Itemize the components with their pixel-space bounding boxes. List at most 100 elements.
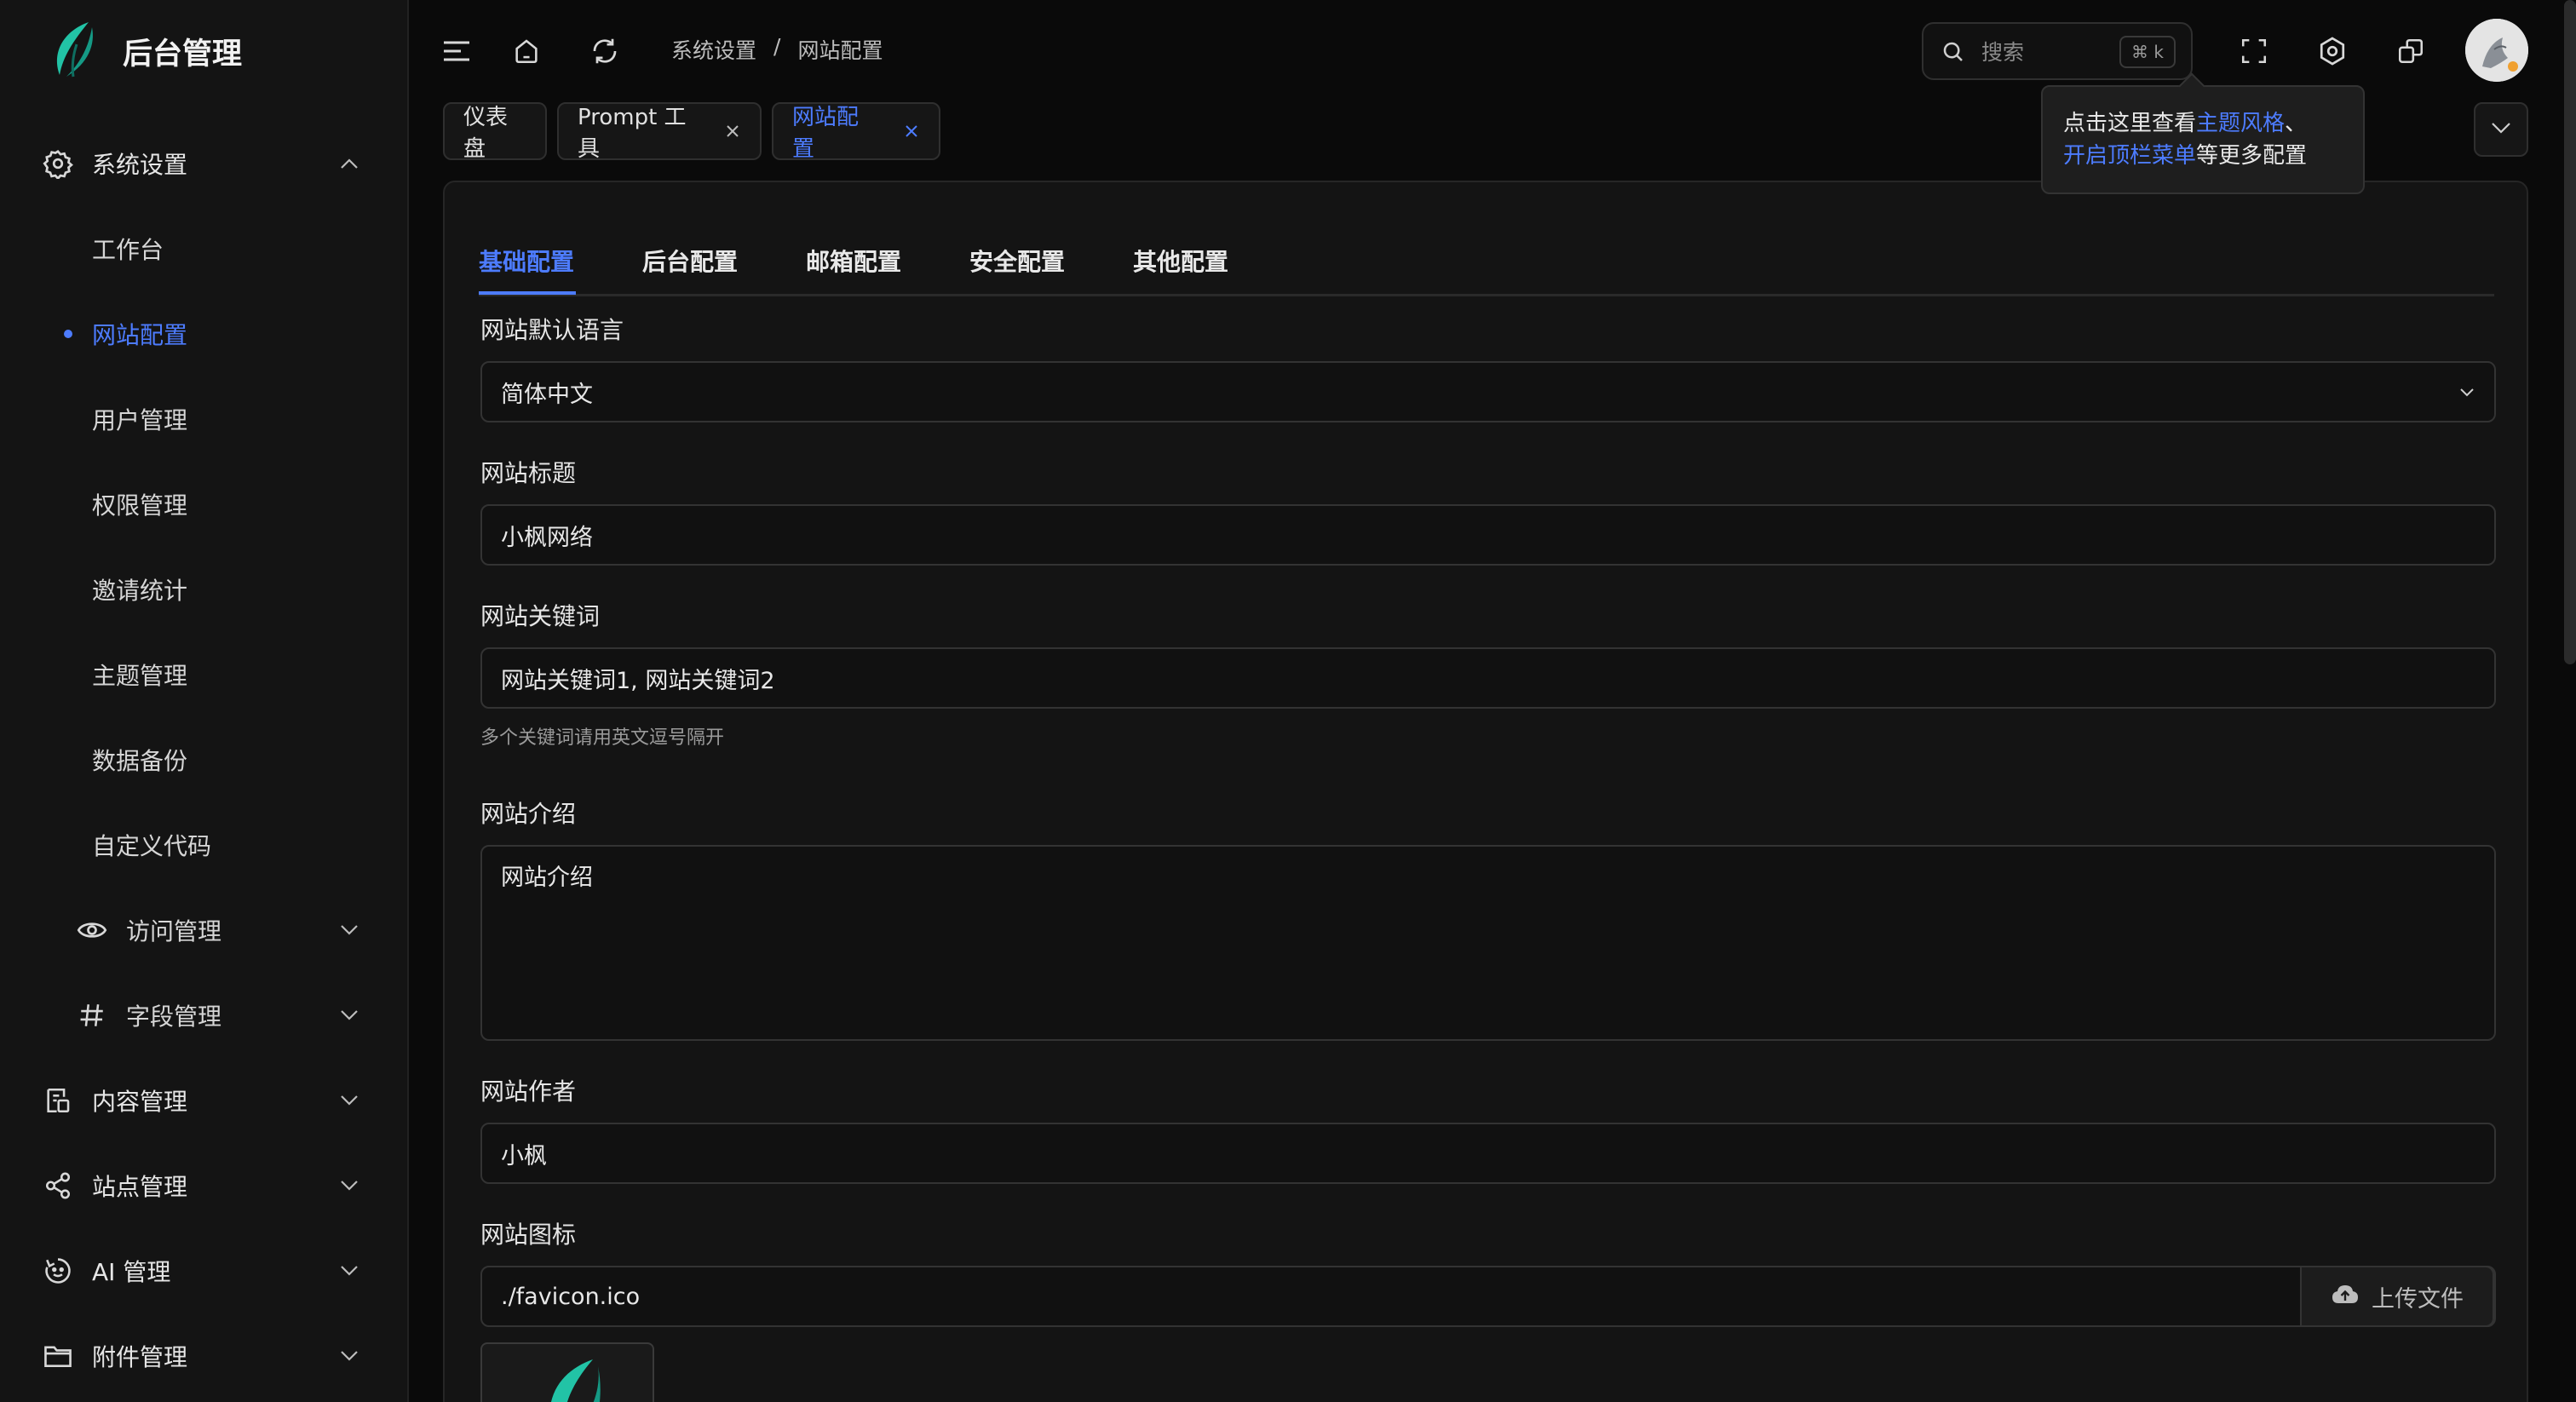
breadcrumb: 系统设置 / 网站配置 — [671, 34, 883, 65]
icon-path-value: ./favicon.ico — [501, 1283, 641, 1310]
close-icon[interactable] — [902, 122, 920, 141]
tab-label: 仪表盘 — [463, 105, 509, 162]
sidebar-item-custom-code[interactable]: 自定义代码 — [0, 802, 409, 888]
sidebar-item-access[interactable]: 访问管理 — [0, 888, 409, 973]
eye-icon — [75, 913, 109, 947]
tab-prompt-tool[interactable]: Prompt 工具 — [557, 102, 762, 162]
chevron-down-icon — [337, 1259, 361, 1283]
tab-basic-config[interactable]: 基础配置 — [479, 244, 574, 278]
tooltip-text: 等更多配置 — [2196, 143, 2308, 169]
ai-icon — [41, 1254, 75, 1288]
sidebar-item-label: 主题管理 — [92, 662, 188, 690]
active-tab-indicator — [479, 291, 576, 295]
tab-label: 网站配置 — [792, 105, 860, 162]
sidebar-item-fields[interactable]: 字段管理 — [0, 973, 409, 1058]
tooltip-text: 点击这里查看 — [2063, 111, 2197, 136]
sidebar-item-workbench[interactable]: 工作台 — [0, 206, 409, 291]
close-icon[interactable] — [724, 122, 741, 141]
cloud-upload-icon — [2331, 1283, 2360, 1311]
tab-other-config[interactable]: 其他配置 — [1133, 244, 1228, 278]
breadcrumb-item-current: 网站配置 — [797, 38, 883, 63]
sidebar-item-backup[interactable]: 数据备份 — [0, 717, 409, 802]
tooltip-link-theme[interactable]: 主题风格 — [2196, 111, 2285, 136]
field-label-intro: 网站介绍 — [480, 800, 577, 828]
sidebar-item-label: 权限管理 — [92, 491, 188, 520]
chevron-down-icon — [337, 1174, 361, 1198]
site-title-input[interactable]: 小枫网络 — [480, 504, 2496, 566]
sidebar-item-attachments[interactable]: 附件管理 — [0, 1313, 409, 1399]
chevron-down-icon — [337, 918, 361, 942]
sidebar-item-ai[interactable]: AI 管理 — [0, 1228, 409, 1313]
gear-icon — [41, 147, 75, 181]
search-input[interactable]: 搜索 ⌘ k — [1922, 22, 2193, 80]
field-label-icon: 网站图标 — [480, 1221, 577, 1249]
tooltip-link-topmenu[interactable]: 开启顶栏菜单 — [2063, 143, 2196, 169]
chevron-down-icon — [337, 1344, 361, 1368]
field-label-keywords: 网站关键词 — [480, 602, 601, 630]
sidebar-item-label: 站点管理 — [92, 1173, 188, 1201]
chevron-down-icon — [337, 1003, 361, 1027]
hash-icon — [75, 998, 109, 1032]
settings-tooltip: 点击这里查看主题风格、开启顶栏菜单等更多配置 — [2041, 85, 2365, 194]
sidebar-item-label: 字段管理 — [126, 1003, 222, 1031]
tabs-more-button[interactable] — [2474, 102, 2528, 157]
share-icon — [41, 1169, 75, 1203]
document-icon — [41, 1083, 75, 1118]
sidebar-item-content[interactable]: 内容管理 — [0, 1058, 409, 1143]
sidebar-item-label: 网站配置 — [92, 321, 188, 349]
keywords-input[interactable]: 网站关键词1, 网站关键词2 — [480, 647, 2496, 709]
chevron-down-icon — [2491, 121, 2511, 138]
intro-textarea[interactable]: 网站介绍 — [480, 845, 2496, 1041]
search-icon — [1941, 39, 1966, 68]
menu-toggle-icon[interactable] — [436, 31, 477, 72]
icon-path-input[interactable]: ./favicon.ico 上传文件 — [480, 1266, 2496, 1327]
keywords-value: 网站关键词1, 网站关键词2 — [501, 667, 775, 694]
tab-admin-config[interactable]: 后台配置 — [642, 244, 738, 278]
search-placeholder: 搜索 — [1981, 40, 2025, 65]
sidebar-item-users[interactable]: 用户管理 — [0, 376, 409, 462]
logo-icon — [48, 19, 102, 83]
tooltip-text: 、 — [2285, 111, 2308, 136]
home-icon[interactable] — [506, 31, 547, 72]
sidebar-item-label: 内容管理 — [92, 1088, 188, 1116]
config-card: 基础配置 后台配置 邮箱配置 安全配置 其他配置 网站默认语言 简体中文 网站标… — [443, 181, 2528, 1402]
sidebar-item-label: 邀请统计 — [92, 577, 188, 605]
avatar[interactable] — [2465, 19, 2528, 82]
sidebar: 后台管理 系统设置 工作台 网站配置 用户管理 权限管理 邀请统计 主题管理 数… — [0, 0, 409, 1402]
settings-icon[interactable] — [2312, 31, 2353, 72]
breadcrumb-item[interactable]: 系统设置 — [671, 34, 756, 65]
upload-file-button[interactable]: 上传文件 — [2300, 1266, 2494, 1327]
page-scrollbar[interactable] — [2564, 0, 2576, 664]
author-input[interactable]: 小枫 — [480, 1123, 2496, 1184]
refresh-icon[interactable] — [584, 31, 625, 72]
language-select[interactable]: 简体中文 — [480, 361, 2496, 422]
chevron-down-icon — [337, 1089, 361, 1112]
sidebar-item-themes[interactable]: 主题管理 — [0, 632, 409, 717]
sidebar-item-label: AI 管理 — [92, 1258, 171, 1286]
tab-dashboard[interactable]: 仪表盘 — [443, 102, 547, 162]
favicon-preview — [480, 1342, 654, 1402]
intro-value: 网站介绍 — [501, 865, 593, 891]
sidebar-item-permissions[interactable]: 权限管理 — [0, 462, 409, 547]
sidebar-item-invites[interactable]: 邀请统计 — [0, 547, 409, 632]
brand[interactable]: 后台管理 — [48, 17, 242, 85]
author-value: 小枫 — [501, 1142, 547, 1169]
keywords-hint: 多个关键词请用英文逗号隔开 — [480, 727, 725, 749]
sidebar-item-label: 用户管理 — [92, 406, 188, 434]
app-title: 后台管理 — [123, 37, 243, 72]
tab-security-config[interactable]: 安全配置 — [969, 244, 1065, 278]
copy-icon[interactable] — [2390, 31, 2431, 72]
tab-mail-config[interactable]: 邮箱配置 — [806, 244, 901, 278]
field-label-language: 网站默认语言 — [480, 316, 624, 344]
sidebar-item-label: 自定义代码 — [92, 832, 212, 860]
fullscreen-icon[interactable] — [2234, 31, 2274, 72]
sidebar-item-site-config[interactable]: 网站配置 — [0, 291, 409, 376]
sidebar-item-sites[interactable]: 站点管理 — [0, 1143, 409, 1228]
search-shortcut: ⌘ k — [2119, 36, 2176, 68]
tab-site-config[interactable]: 网站配置 — [772, 102, 940, 162]
sidebar-item-label: 访问管理 — [126, 917, 222, 945]
sidebar-item-system-settings[interactable]: 系统设置 — [0, 121, 409, 206]
upload-label: 上传文件 — [2372, 1285, 2464, 1313]
field-label-title: 网站标题 — [480, 459, 577, 487]
content-tabs: 基础配置 后台配置 邮箱配置 安全配置 其他配置 — [479, 233, 2494, 296]
